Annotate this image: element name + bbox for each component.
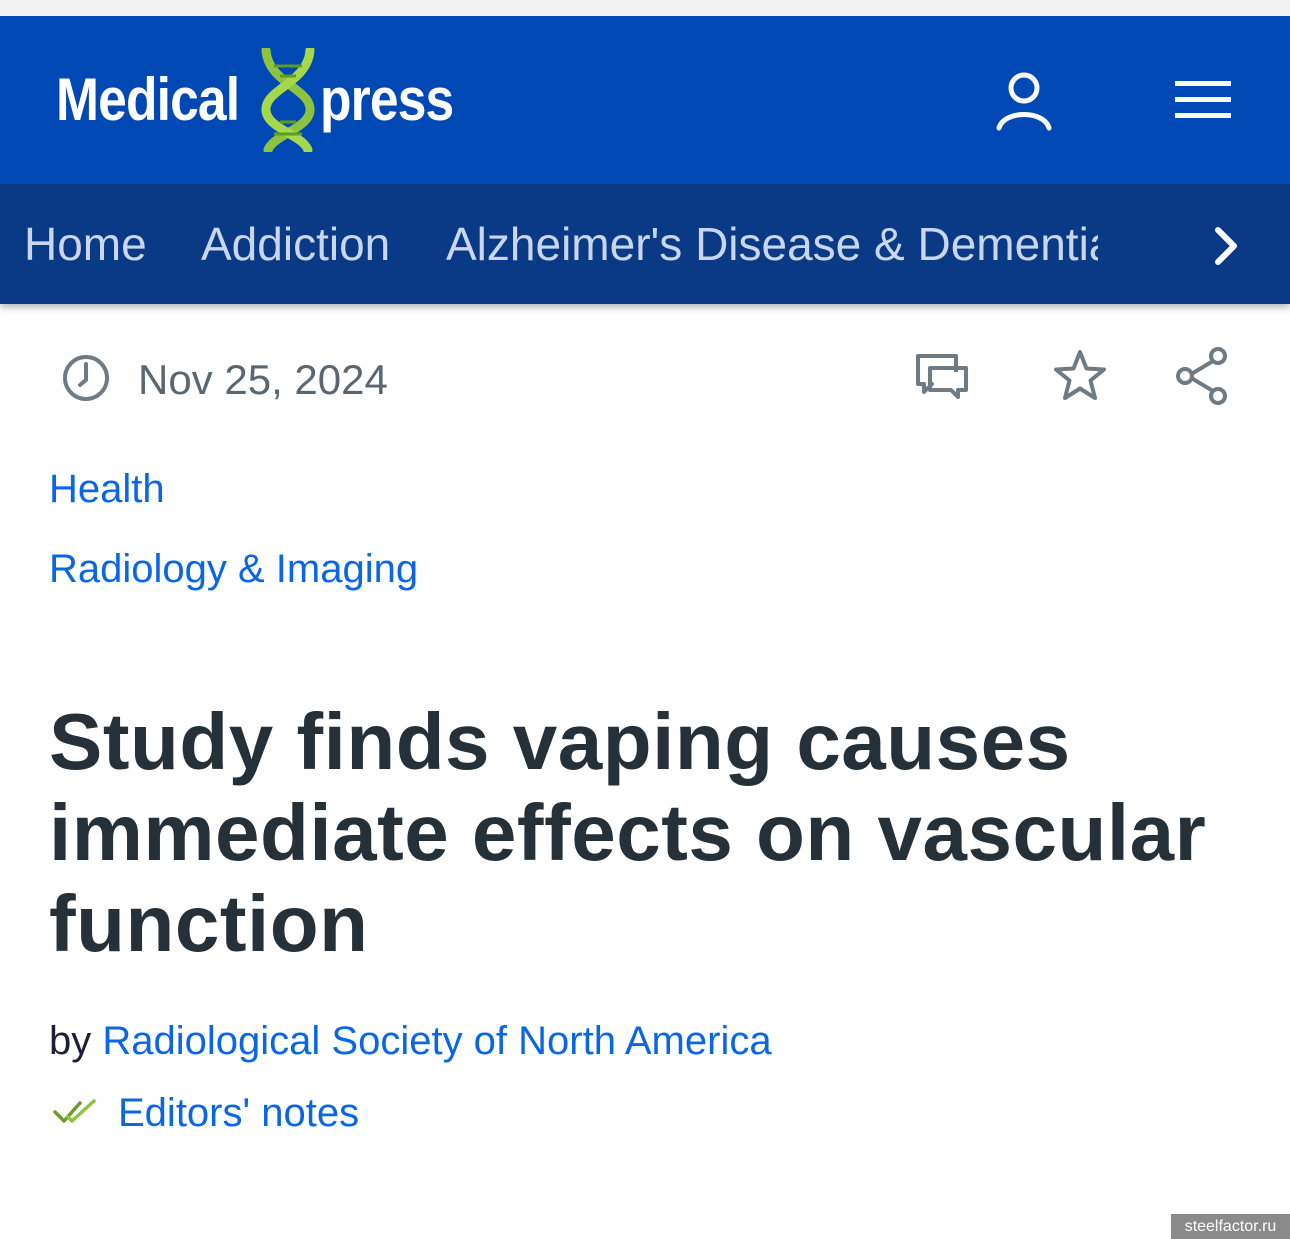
nav-item-home[interactable]: Home: [24, 218, 147, 270]
star-icon[interactable]: [1052, 348, 1108, 404]
editors-notes-label: Editors' notes: [118, 1091, 360, 1135]
editors-notes-link[interactable]: Editors' notes: [52, 1090, 359, 1136]
byline-prefix: by: [49, 1019, 92, 1063]
nav-next-button[interactable]: [1196, 214, 1256, 278]
nav-item-alzheimers[interactable]: Alzheimer's Disease & Dementia: [446, 218, 1098, 270]
share-icon[interactable]: [1174, 346, 1232, 406]
watermark: steelfactor.ru: [1171, 1214, 1290, 1239]
article-meta: Nov 25, 2024: [0, 340, 1290, 420]
author-link[interactable]: Radiological Society of North America: [102, 1019, 771, 1063]
logo-word-medical: Medical: [56, 66, 240, 133]
dna-logo-icon: [261, 48, 315, 152]
site-header: Medical press: [0, 16, 1290, 184]
double-check-icon: [53, 1099, 96, 1123]
chevron-right-icon: [1215, 227, 1237, 265]
article-title: Study finds vaping causes immediate effe…: [49, 697, 1207, 968]
hamburger-menu-icon: [1175, 81, 1231, 118]
comment-icon[interactable]: [914, 350, 970, 400]
category-nav: Home Addiction Alzheimer's Disease & Dem…: [0, 184, 1290, 304]
byline: by Radiological Society of North America: [49, 1018, 772, 1064]
publish-date: Nov 25, 2024: [138, 356, 388, 403]
user-icon: [996, 72, 1052, 131]
logo-word-press: press: [320, 66, 454, 133]
category-link-health[interactable]: Health: [49, 466, 165, 512]
menu-button[interactable]: [1166, 70, 1240, 130]
clock-icon: [63, 355, 109, 401]
status-strip: [0, 0, 1290, 16]
category-nav-scroll[interactable]: Home Addiction Alzheimer's Disease & Dem…: [0, 184, 1098, 304]
site-logo[interactable]: Medical press: [56, 48, 460, 152]
nav-item-addiction[interactable]: Addiction: [201, 218, 390, 270]
account-button[interactable]: [988, 64, 1060, 136]
category-link-radiology[interactable]: Radiology & Imaging: [49, 546, 418, 592]
